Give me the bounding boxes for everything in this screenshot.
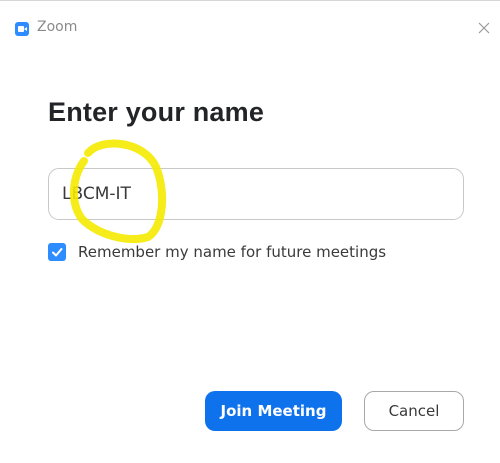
close-icon[interactable] [474, 18, 494, 38]
title-bar: Zoom [0, 1, 500, 38]
join-meeting-button[interactable]: Join Meeting [205, 391, 342, 431]
zoom-dialog-window: Zoom Enter your name Remember my name fo… [0, 0, 500, 463]
remember-label: Remember my name for future meetings [78, 243, 387, 261]
cancel-button[interactable]: Cancel [364, 391, 464, 431]
name-input[interactable] [48, 168, 464, 220]
window-title: Zoom [37, 19, 78, 35]
zoom-camera-icon [15, 22, 29, 36]
checkmark-icon [52, 248, 63, 257]
page-title: Enter your name [48, 97, 265, 127]
remember-name-row[interactable]: Remember my name for future meetings [48, 242, 386, 262]
remember-checkbox[interactable] [48, 243, 66, 261]
